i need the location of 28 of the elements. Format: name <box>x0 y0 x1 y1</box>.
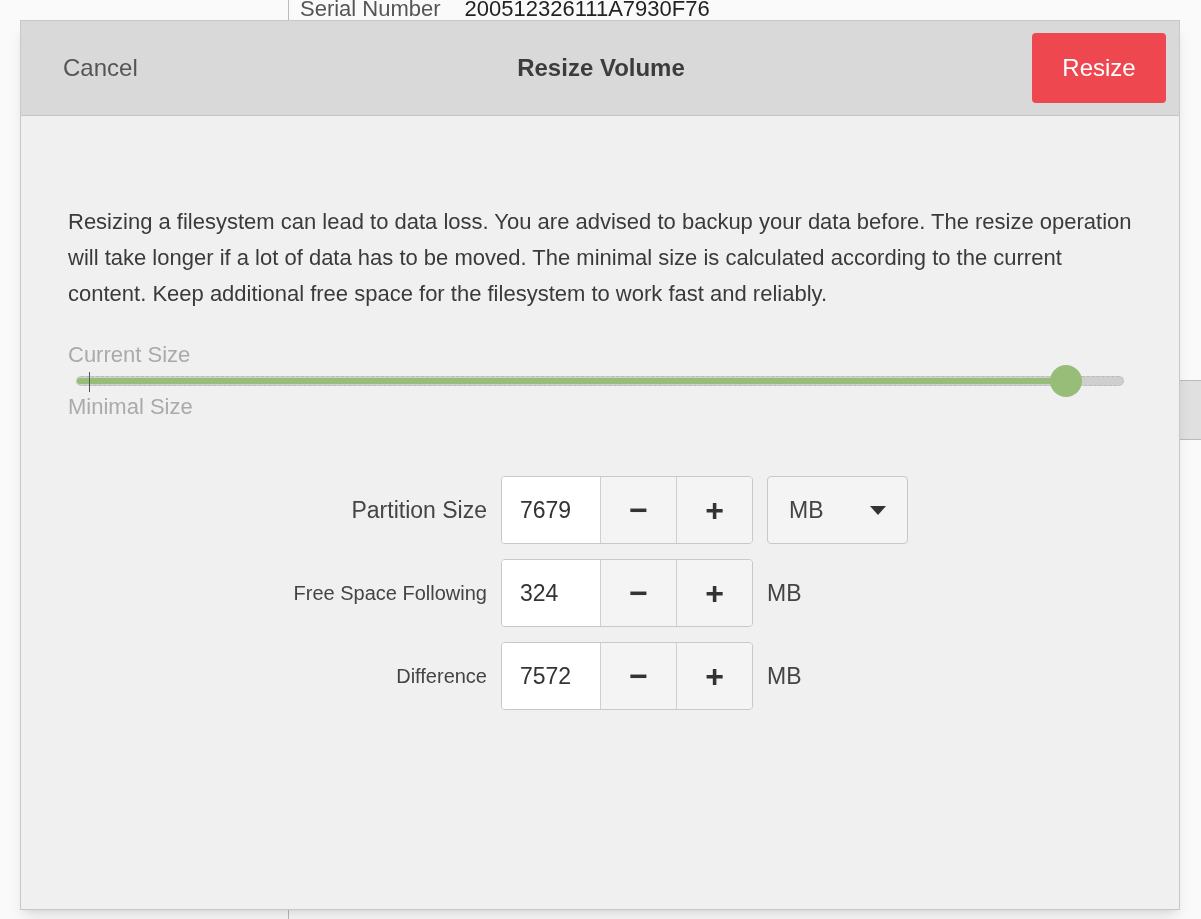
caret-icon <box>870 505 886 515</box>
slider-label: Current Size <box>68 342 192 368</box>
resize-button[interactable]: Resize <box>1032 33 1166 103</box>
minus-button[interactable]: − <box>600 643 676 709</box>
number-field[interactable]: 7572 <box>502 643 600 709</box>
field-value: 200512326111A7930F76 <box>464 0 710 23</box>
warning-text: Resizing a filesystem can lead to data loss. You are advised to backup your data before. The resize operation will take longer if a lot of data has to be moved. The minimal size is calculated according to the current content. Keep additional free space for the filesystem to work fast and reliably. <box>68 208 1133 308</box>
size-slider[interactable] <box>76 368 1124 394</box>
field-label: Free Space Following <box>292 581 488 606</box>
minimal-size-mark <box>89 372 90 392</box>
plus-button[interactable]: + <box>676 477 752 543</box>
plus-button[interactable]: + <box>676 560 752 626</box>
plus-button[interactable]: + <box>676 643 752 709</box>
slider-label: Minimal Size <box>68 394 194 420</box>
number-field[interactable]: 324 <box>502 560 600 626</box>
field-label: Difference <box>395 664 488 689</box>
unit-label: MB <box>767 661 802 691</box>
field-label: Serial Number <box>300 0 441 23</box>
cancel-button[interactable]: Cancel <box>33 33 168 103</box>
background-panel <box>1180 380 1201 440</box>
unit-label: MB <box>767 578 802 608</box>
slider-handle[interactable] <box>1050 365 1083 397</box>
dialog-title: Resize Volume <box>516 53 686 83</box>
number-field[interactable]: 7679 <box>502 477 600 543</box>
minus-button[interactable]: − <box>600 560 676 626</box>
minus-button[interactable]: − <box>600 477 676 543</box>
unit-dropdown[interactable]: MB <box>767 476 908 544</box>
field-label: Partition Size <box>350 495 488 525</box>
